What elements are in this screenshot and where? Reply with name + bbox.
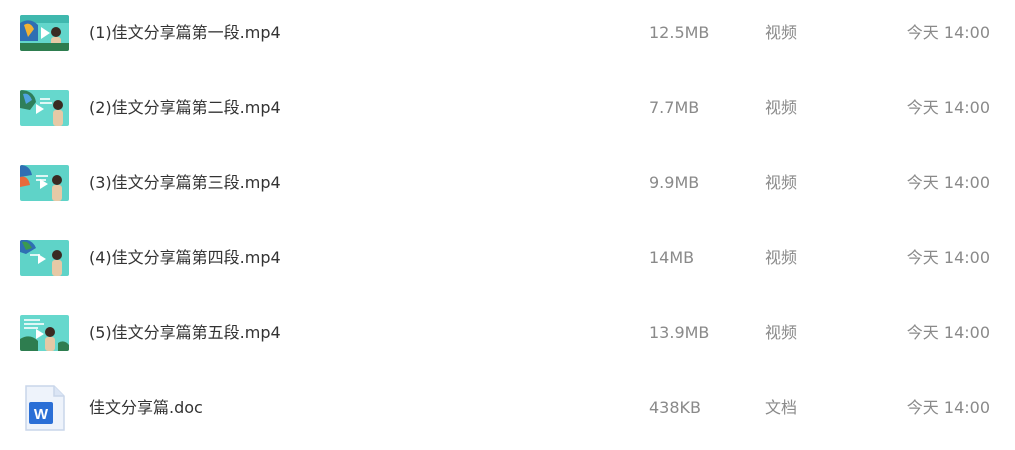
file-type: 视频 bbox=[765, 23, 798, 42]
file-type: 视频 bbox=[765, 173, 798, 192]
file-type: 视频 bbox=[765, 323, 798, 342]
file-size: 14MB bbox=[649, 248, 695, 267]
file-size: 9.9MB bbox=[649, 173, 700, 192]
file-modified-time: 今天 14:00 bbox=[906, 23, 990, 42]
video-thumbnail-icon[interactable] bbox=[20, 90, 69, 126]
file-name[interactable]: (2)佳文分享篇第二段.mp4 bbox=[89, 98, 281, 118]
file-modified-time: 今天 14:00 bbox=[906, 323, 990, 342]
file-size: 7.7MB bbox=[649, 98, 700, 117]
file-name[interactable]: (1)佳文分享篇第一段.mp4 bbox=[89, 23, 281, 43]
file-row[interactable]: (1)佳文分享篇第一段.mp4 12.5MB 视频 今天 14:00 bbox=[0, 0, 1015, 75]
file-modified-time: 今天 14:00 bbox=[906, 173, 990, 192]
file-modified-time: 今天 14:00 bbox=[906, 98, 990, 117]
file-row[interactable]: (3)佳文分享篇第三段.mp4 9.9MB 视频 今天 14:00 bbox=[0, 150, 1015, 225]
video-thumbnail-icon[interactable] bbox=[20, 240, 69, 276]
file-name[interactable]: 佳文分享篇.doc bbox=[89, 398, 203, 418]
file-size: 12.5MB bbox=[649, 23, 710, 42]
file-row[interactable]: W 佳文分享篇.doc 438KB 文档 今天 14:00 bbox=[0, 375, 1015, 450]
file-type: 视频 bbox=[765, 248, 798, 267]
file-name[interactable]: (4)佳文分享篇第四段.mp4 bbox=[89, 248, 281, 268]
svg-text:W: W bbox=[34, 406, 49, 423]
file-size: 13.9MB bbox=[649, 323, 710, 342]
file-size: 438KB bbox=[649, 398, 702, 417]
video-thumbnail-icon[interactable] bbox=[20, 315, 69, 351]
file-name[interactable]: (3)佳文分享篇第三段.mp4 bbox=[89, 173, 281, 193]
file-row[interactable]: (5)佳文分享篇第五段.mp4 13.9MB 视频 今天 14:00 bbox=[0, 300, 1015, 375]
file-type: 文档 bbox=[765, 398, 798, 417]
file-name[interactable]: (5)佳文分享篇第五段.mp4 bbox=[89, 323, 281, 343]
file-type: 视频 bbox=[765, 98, 798, 117]
file-modified-time: 今天 14:00 bbox=[906, 398, 990, 417]
file-list: (1)佳文分享篇第一段.mp4 12.5MB 视频 今天 14:00 (2)佳文… bbox=[0, 0, 1015, 440]
file-row[interactable]: (2)佳文分享篇第二段.mp4 7.7MB 视频 今天 14:00 bbox=[0, 75, 1015, 150]
word-doc-icon[interactable]: W bbox=[24, 384, 66, 432]
video-thumbnail-icon[interactable] bbox=[20, 15, 69, 51]
video-thumbnail-icon[interactable] bbox=[20, 165, 69, 201]
file-row[interactable]: (4)佳文分享篇第四段.mp4 14MB 视频 今天 14:00 bbox=[0, 225, 1015, 300]
file-modified-time: 今天 14:00 bbox=[906, 248, 990, 267]
